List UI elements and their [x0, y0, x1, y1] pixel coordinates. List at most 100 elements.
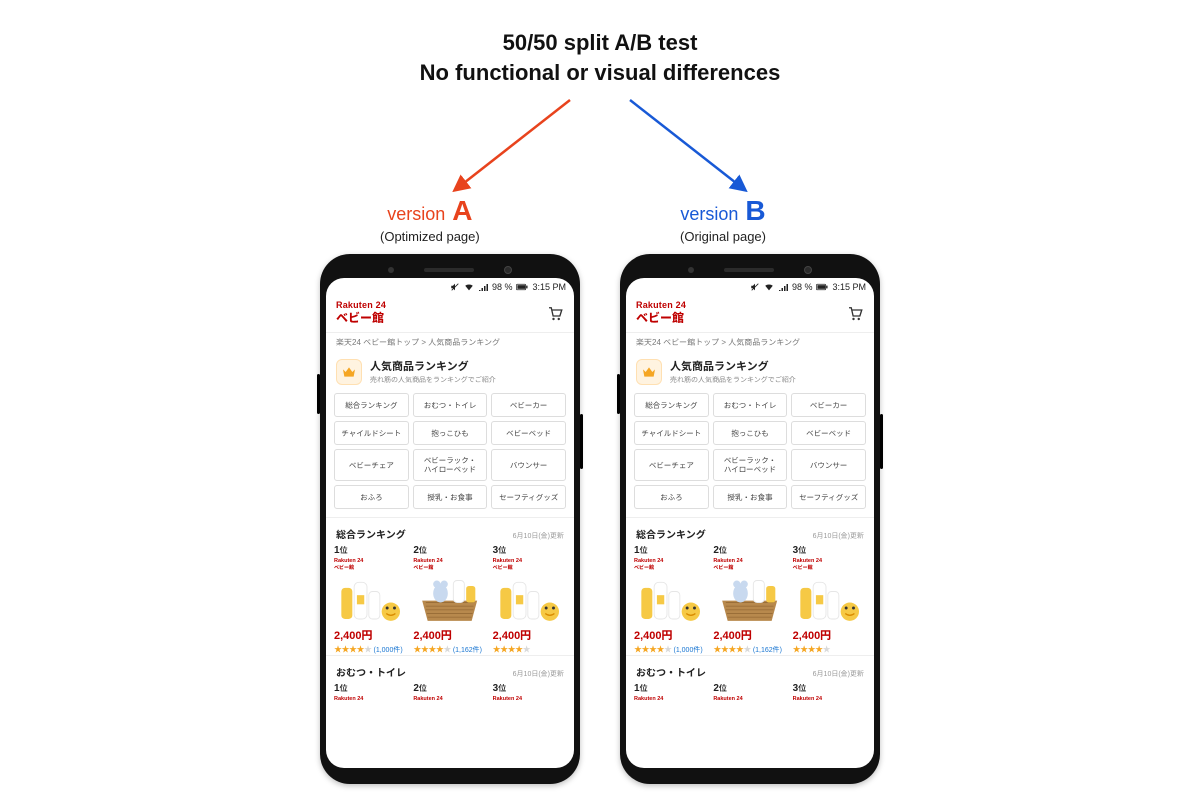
product-card[interactable]: 1位 Rakuten 24ベビー館 2,400円 ★★★★★ (1,000件): [634, 545, 707, 655]
breadcrumb[interactable]: 楽天24 ベビー館トップ > 人気商品ランキング: [626, 332, 874, 352]
cart-icon[interactable]: [546, 304, 564, 322]
section-title: おむつ・トイレ: [636, 664, 706, 679]
stars-icon: ★★★★★: [413, 644, 451, 655]
breadcrumb[interactable]: 楽天24 ベビー館トップ > 人気商品ランキング: [326, 332, 574, 352]
rank-row: 1位 Rakuten 24 2位 Rakuten 24 3位 Rakuten 24: [326, 681, 574, 702]
section-date: 6月10日(金)更新: [813, 669, 864, 679]
category-chip[interactable]: チャイルドシート: [634, 421, 709, 445]
product-image: [713, 571, 786, 623]
product-card[interactable]: 1位 Rakuten 24ベビー館 2,400円 ★★★★★ (1,000件): [334, 545, 407, 655]
ranking-title: 人気商品ランキング: [670, 358, 796, 374]
section-date: 6月10日(金)更新: [513, 669, 564, 679]
category-chip[interactable]: ベビーチェア: [334, 449, 409, 481]
category-chip[interactable]: 授乳・お食事: [413, 485, 488, 509]
product-card[interactable]: 2位 Rakuten 24ベビー館 2,400円 ★★★★★ (1,162件): [413, 545, 486, 655]
crown-icon: [336, 359, 362, 385]
app-header: Rakuten 24 ベビー館: [626, 296, 874, 332]
brand[interactable]: Rakuten 24 ベビー館: [336, 300, 386, 326]
category-chip[interactable]: ベビーベッド: [791, 421, 866, 445]
product-card[interactable]: 1位 Rakuten 24: [634, 683, 707, 702]
category-chip[interactable]: おふろ: [634, 485, 709, 509]
product-card[interactable]: 3位 Rakuten 24ベビー館 2,400円 ★★★★★: [493, 545, 566, 655]
battery-text: 98 %: [792, 282, 813, 292]
battery-text: 98 %: [492, 282, 513, 292]
rank-number: 1位: [634, 683, 707, 694]
ranking-subtitle: 売れ筋の人気商品をランキングでご紹介: [370, 375, 496, 385]
battery-icon: [516, 282, 528, 292]
rating: ★★★★★: [493, 644, 566, 655]
category-chip[interactable]: 総合ランキング: [334, 393, 409, 417]
stars-icon: ★★★★★: [793, 644, 831, 655]
brand-sub: ベビー館: [636, 309, 686, 326]
product-card[interactable]: 2位 Rakuten 24: [713, 683, 786, 702]
category-chip[interactable]: セーフティグッズ: [491, 485, 566, 509]
category-grid: 総合ランキングおむつ・トイレベビーカーチャイルドシート抱っこひもベビーベッドベビ…: [326, 389, 574, 517]
ranking-subtitle: 売れ筋の人気商品をランキングでご紹介: [670, 375, 796, 385]
ranking-header: 人気商品ランキング 売れ筋の人気商品をランキングでご紹介: [626, 352, 874, 389]
section-header: 総合ランキング 6月10日(金)更新: [326, 517, 574, 543]
category-chip[interactable]: 抱っこひも: [713, 421, 788, 445]
product-card[interactable]: 1位 Rakuten 24: [334, 683, 407, 702]
product-price: 2,400円: [634, 627, 707, 643]
category-chip[interactable]: 授乳・お食事: [713, 485, 788, 509]
headline-line2: No functional or visual differences: [0, 58, 1200, 88]
app-header: Rakuten 24 ベビー館: [326, 296, 574, 332]
rating: ★★★★★ (1,000件): [634, 644, 707, 655]
category-chip[interactable]: おむつ・トイレ: [713, 393, 788, 417]
mute-icon: [750, 282, 760, 292]
review-count: (1,000件): [374, 645, 403, 655]
product-card[interactable]: 2位 Rakuten 24: [413, 683, 486, 702]
category-chip[interactable]: ベビーカー: [791, 393, 866, 417]
rank-row: 1位 Rakuten 24 2位 Rakuten 24 3位 Rakuten 24: [626, 681, 874, 702]
category-chip[interactable]: 抱っこひも: [413, 421, 488, 445]
section-date: 6月10日(金)更新: [513, 531, 564, 541]
product-brand-sub: ベビー館: [713, 564, 786, 571]
rank-number: 3位: [793, 683, 866, 694]
category-chip[interactable]: チャイルドシート: [334, 421, 409, 445]
product-card[interactable]: 2位 Rakuten 24ベビー館 2,400円 ★★★★★ (1,162件): [713, 545, 786, 655]
arrows-diagram: [0, 90, 1200, 210]
category-chip[interactable]: おふろ: [334, 485, 409, 509]
category-chip[interactable]: ベビーカー: [491, 393, 566, 417]
rank-number: 3位: [793, 545, 866, 556]
category-grid: 総合ランキングおむつ・トイレベビーカーチャイルドシート抱っこひもベビーベッドベビ…: [626, 389, 874, 517]
category-chip[interactable]: セーフティグッズ: [791, 485, 866, 509]
category-chip[interactable]: 総合ランキング: [634, 393, 709, 417]
section-title: 総合ランキング: [636, 526, 706, 541]
version-a-word: version: [387, 204, 445, 224]
category-chip[interactable]: おむつ・トイレ: [413, 393, 488, 417]
phone-a: 98 % 3:15 PM Rakuten 24 ベビー館 楽天24 ベビー館トッ…: [320, 254, 580, 784]
signal-icon: [478, 282, 488, 292]
stars-icon: ★★★★★: [634, 644, 672, 655]
product-card[interactable]: 3位 Rakuten 24: [793, 683, 866, 702]
rank-row: 1位 Rakuten 24ベビー館 2,400円 ★★★★★ (1,000件) …: [626, 543, 874, 655]
review-count: (1,162件): [753, 645, 782, 655]
crown-icon: [636, 359, 662, 385]
category-chip[interactable]: バウンサー: [791, 449, 866, 481]
version-b-letter: B: [745, 195, 765, 226]
clock-text: 3:15 PM: [532, 282, 566, 292]
product-brand-sub: ベビー館: [493, 564, 566, 571]
brand-sub: ベビー館: [336, 309, 386, 326]
category-chip[interactable]: ベビーチェア: [634, 449, 709, 481]
cart-icon[interactable]: [846, 304, 864, 322]
rank-number: 1位: [334, 683, 407, 694]
category-chip[interactable]: ベビーラック・ ハイローベッド: [713, 449, 788, 481]
category-chip[interactable]: ベビーベッド: [491, 421, 566, 445]
product-card[interactable]: 3位 Rakuten 24ベビー館 2,400円 ★★★★★: [793, 545, 866, 655]
category-chip[interactable]: ベビーラック・ ハイローベッド: [413, 449, 488, 481]
mute-icon: [450, 282, 460, 292]
arrow-a: [455, 100, 570, 190]
review-count: (1,000件): [674, 645, 703, 655]
stars-icon: ★★★★★: [493, 644, 531, 655]
product-image: [493, 571, 566, 623]
category-chip[interactable]: バウンサー: [491, 449, 566, 481]
brand[interactable]: Rakuten 24 ベビー館: [636, 300, 686, 326]
label-version-a: version A (Optimized page): [380, 195, 480, 244]
rank-number: 2位: [413, 545, 486, 556]
rating: ★★★★★ (1,000件): [334, 644, 407, 655]
wifi-icon: [464, 282, 474, 292]
rank-number: 2位: [413, 683, 486, 694]
product-card[interactable]: 3位 Rakuten 24: [493, 683, 566, 702]
rating: ★★★★★ (1,162件): [413, 644, 486, 655]
